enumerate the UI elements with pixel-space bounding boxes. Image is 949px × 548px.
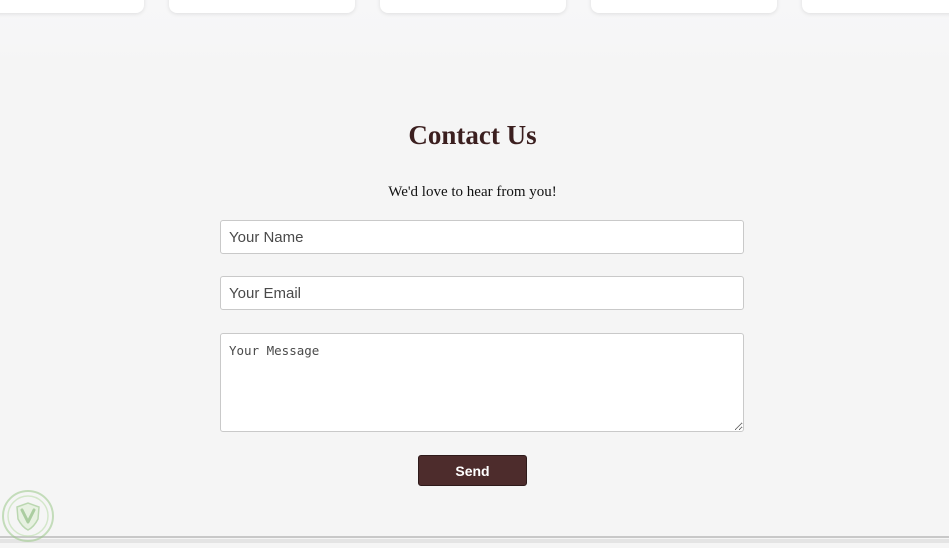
feature-card[interactable]: [169, 0, 355, 13]
feature-card[interactable]: [591, 0, 777, 13]
green-shield-logo-icon: [1, 489, 55, 543]
contact-subtitle: We'd love to hear from you!: [388, 184, 557, 200]
email-input[interactable]: [220, 276, 744, 310]
name-input[interactable]: [220, 220, 744, 254]
section-divider: [0, 539, 949, 543]
feature-card[interactable]: [380, 0, 566, 13]
feature-card[interactable]: [802, 0, 949, 13]
send-button[interactable]: Send: [418, 455, 527, 486]
contact-title: Contact Us: [408, 120, 537, 150]
section-divider: [0, 536, 949, 538]
feature-card[interactable]: [0, 0, 144, 13]
message-textarea[interactable]: [220, 333, 744, 432]
